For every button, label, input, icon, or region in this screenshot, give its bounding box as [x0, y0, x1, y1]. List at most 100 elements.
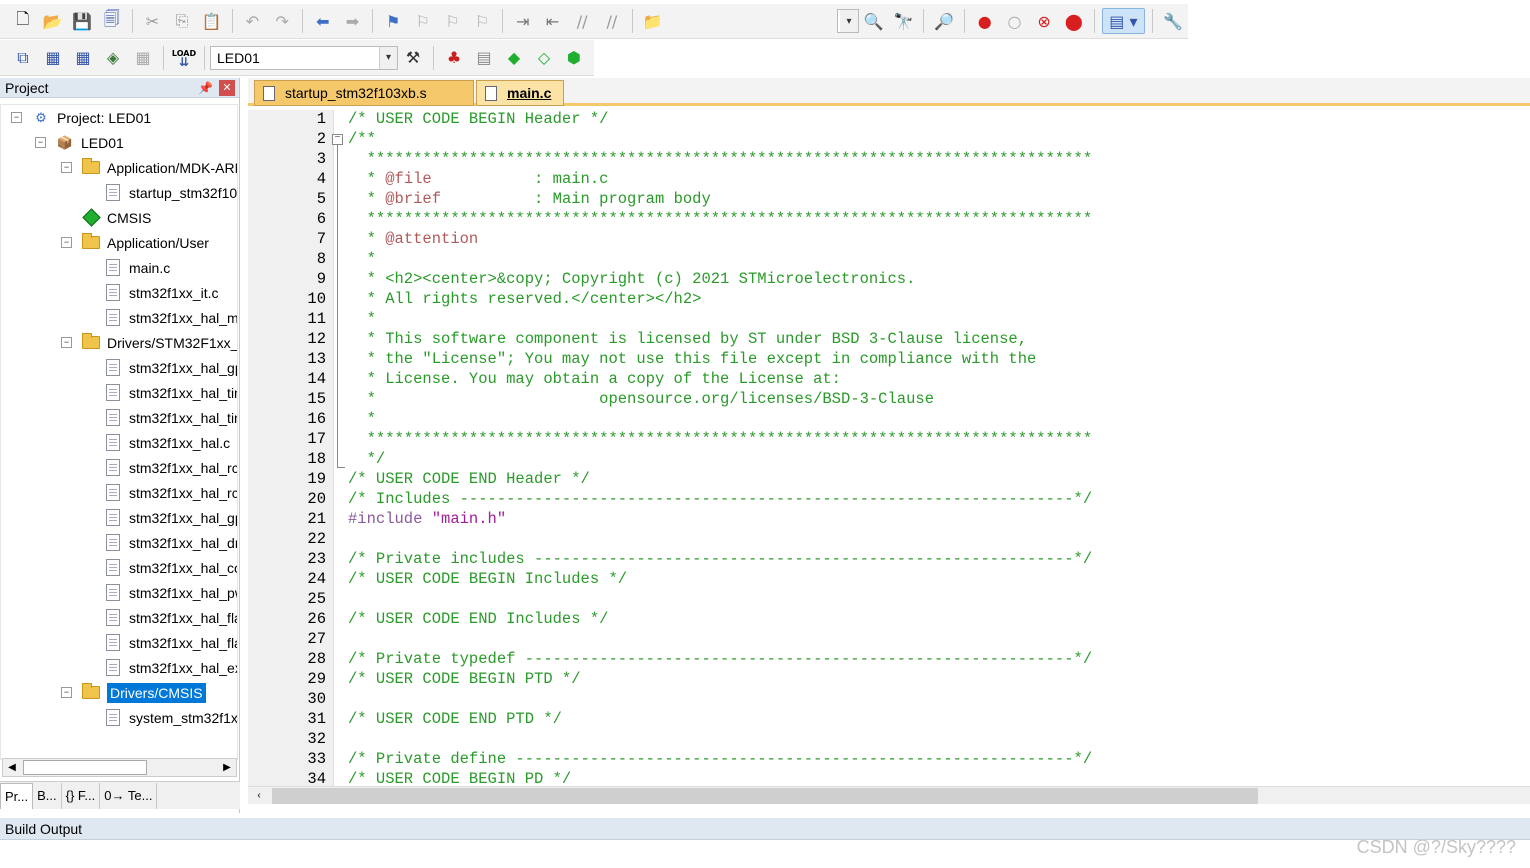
- uncomment-icon[interactable]: //: [599, 8, 625, 34]
- tree-item[interactable]: − Application/MDK-ARM: [1, 155, 237, 180]
- fold-toggle-icon[interactable]: −: [332, 134, 343, 145]
- pin-icon[interactable]: 📌: [198, 81, 213, 95]
- templates-tab[interactable]: 0→ Te...: [100, 782, 158, 809]
- copy-icon[interactable]: ⎘: [169, 8, 195, 34]
- tree-item[interactable]: stm32f1xx_hal_rcc.c: [1, 455, 237, 480]
- tree-item[interactable]: − Application/User: [1, 230, 237, 255]
- target-select[interactable]: LED01 ▾: [210, 45, 398, 70]
- tree-item[interactable]: stm32f1xx_hal_pwr.c: [1, 580, 237, 605]
- tree-item[interactable]: startup_stm32f103xb.s: [1, 180, 237, 205]
- tree-item[interactable]: stm32f1xx_hal_msp.c: [1, 305, 237, 330]
- code-text: */: [348, 450, 386, 468]
- tree-item[interactable]: stm32f1xx_hal_gpio.c: [1, 505, 237, 530]
- find-combo[interactable]: ▾: [837, 9, 859, 33]
- nav-back-icon[interactable]: ⬅: [310, 8, 336, 34]
- event-recorder-icon[interactable]: ⬢: [561, 45, 587, 71]
- scroll-left-icon[interactable]: ◀: [3, 762, 21, 773]
- bookmark-prev-icon[interactable]: ⚐: [410, 8, 436, 34]
- manage-run-time-environment-icon[interactable]: ◇: [531, 45, 557, 71]
- tree-item[interactable]: stm32f1xx_hal_flash.c: [1, 605, 237, 630]
- tree-item[interactable]: − Drivers/CMSIS: [1, 680, 237, 705]
- download-icon[interactable]: LOAD ⇊: [171, 45, 197, 71]
- nav-forward-icon[interactable]: ➡: [340, 8, 366, 34]
- tree-item[interactable]: stm32f1xx_hal_gpio_ex.c: [1, 355, 237, 380]
- stop-build-icon[interactable]: ▦: [130, 45, 156, 71]
- breakpoint-kill-all-icon[interactable]: ⬤: [1061, 8, 1087, 34]
- file-icon: [103, 284, 123, 302]
- collapse-toggle-icon[interactable]: −: [61, 687, 72, 698]
- tree-item[interactable]: stm32f1xx_hal_tim.c: [1, 380, 237, 405]
- tree-item[interactable]: CMSIS: [1, 205, 237, 230]
- tree-item[interactable]: stm32f1xx_hal_dma.c: [1, 530, 237, 555]
- scroll-right-icon[interactable]: ▶: [218, 762, 236, 773]
- rebuild-icon[interactable]: ▦: [70, 45, 96, 71]
- batch-build-icon[interactable]: ◈: [100, 45, 126, 71]
- scrollbar-thumb[interactable]: [23, 760, 147, 775]
- functions-tab[interactable]: {} F...: [62, 782, 101, 809]
- tree-item[interactable]: stm32f1xx_hal_cortex.c: [1, 555, 237, 580]
- tree-item[interactable]: stm32f1xx_hal.c: [1, 430, 237, 455]
- tree-item[interactable]: system_stm32f1xx.c: [1, 705, 237, 730]
- tree-item[interactable]: stm32f1xx_hal_exti.c: [1, 655, 237, 680]
- breakpoint-disable-icon[interactable]: ○: [1002, 8, 1028, 34]
- bookmark-icon[interactable]: ⚑: [380, 8, 406, 34]
- collapse-toggle-icon[interactable]: −: [35, 137, 46, 148]
- tree-item[interactable]: − 📦 LED01: [1, 130, 237, 155]
- collapse-toggle-icon[interactable]: −: [61, 162, 72, 173]
- code-line: 18 */: [248, 450, 1530, 470]
- tree-item[interactable]: stm32f1xx_it.c: [1, 280, 237, 305]
- configure-icon[interactable]: 🔧: [1160, 8, 1186, 34]
- breakpoint-kill-icon[interactable]: ⊗: [1031, 8, 1057, 34]
- cut-icon[interactable]: ✂: [140, 8, 166, 34]
- breakpoint-icon[interactable]: ●: [972, 8, 998, 34]
- new-file-icon[interactable]: 🗋: [10, 8, 36, 34]
- code-area[interactable]: 1/* USER CODE BEGIN Header */2−/** 3 ****…: [248, 110, 1530, 786]
- pack-installer-icon[interactable]: ▤: [471, 45, 497, 71]
- open-icon[interactable]: 📂: [40, 8, 66, 34]
- save-all-icon[interactable]: 🗐: [99, 8, 125, 34]
- books-tab[interactable]: B...: [33, 782, 62, 809]
- tab-main-c[interactable]: main.c: [476, 80, 564, 106]
- window-layout-icon[interactable]: ▤ ▾: [1101, 8, 1146, 34]
- select-software-packs-icon[interactable]: ◆: [501, 45, 527, 71]
- collapse-toggle-icon[interactable]: −: [11, 112, 22, 123]
- undo-icon[interactable]: ↶: [240, 8, 266, 34]
- target-options-icon[interactable]: ⚒: [400, 45, 426, 71]
- redo-icon[interactable]: ↷: [269, 8, 295, 34]
- paste-icon[interactable]: 📋: [199, 8, 225, 34]
- scroll-left-icon[interactable]: ‹: [248, 790, 270, 801]
- tab-label: 0→ Te...: [104, 788, 153, 803]
- debug-session-icon[interactable]: 🔎: [931, 8, 957, 34]
- tree-item[interactable]: − ⚙ Project: LED01: [1, 105, 237, 130]
- manage-components-icon[interactable]: ♣: [441, 45, 467, 71]
- code-line: 10 * All rights reserved.</center></h2>: [248, 290, 1530, 310]
- save-icon[interactable]: 💾: [69, 8, 95, 34]
- tree-item[interactable]: stm32f1xx_hal_flash_ex.c: [1, 630, 237, 655]
- build-icon[interactable]: ▦: [40, 45, 66, 71]
- unindent-icon[interactable]: ⇤: [540, 8, 566, 34]
- indent-icon[interactable]: ⇥: [510, 8, 536, 34]
- bookmark-next-icon[interactable]: ⚐: [440, 8, 466, 34]
- tab-startup-file[interactable]: startup_stm32f103xb.s: [254, 80, 474, 106]
- line-number: 20: [307, 490, 326, 508]
- tree-item[interactable]: stm32f1xx_hal_tim_ex.c: [1, 405, 237, 430]
- file-icon: [103, 659, 123, 677]
- tree-item[interactable]: main.c: [1, 255, 237, 280]
- tree-item-label: Application/MDK-ARM: [107, 159, 238, 176]
- tree-item[interactable]: stm32f1xx_hal_rcc_ex.c: [1, 480, 237, 505]
- close-icon[interactable]: ✕: [219, 79, 235, 96]
- incremental-find-icon[interactable]: 🔭: [891, 8, 917, 34]
- project-tab[interactable]: Pr...: [0, 782, 34, 809]
- project-tree-scrollbar[interactable]: ◀ ▶: [2, 758, 237, 777]
- tree-item[interactable]: − Drivers/STM32F1xx_HAL_Driver: [1, 330, 237, 355]
- tree-item-label: main.c: [129, 259, 171, 276]
- bookmark-clear-icon[interactable]: ⚐: [469, 8, 495, 34]
- editor-horizontal-scrollbar[interactable]: ‹: [248, 786, 1530, 804]
- collapse-toggle-icon[interactable]: −: [61, 237, 72, 248]
- comment-icon[interactable]: //: [569, 8, 595, 34]
- find-icon[interactable]: 🔍: [861, 8, 887, 34]
- scrollbar-thumb[interactable]: [272, 787, 1258, 804]
- find-in-files-icon[interactable]: 📁: [640, 8, 666, 34]
- collapse-toggle-icon[interactable]: −: [61, 337, 72, 348]
- translate-icon[interactable]: ⧉: [10, 45, 36, 71]
